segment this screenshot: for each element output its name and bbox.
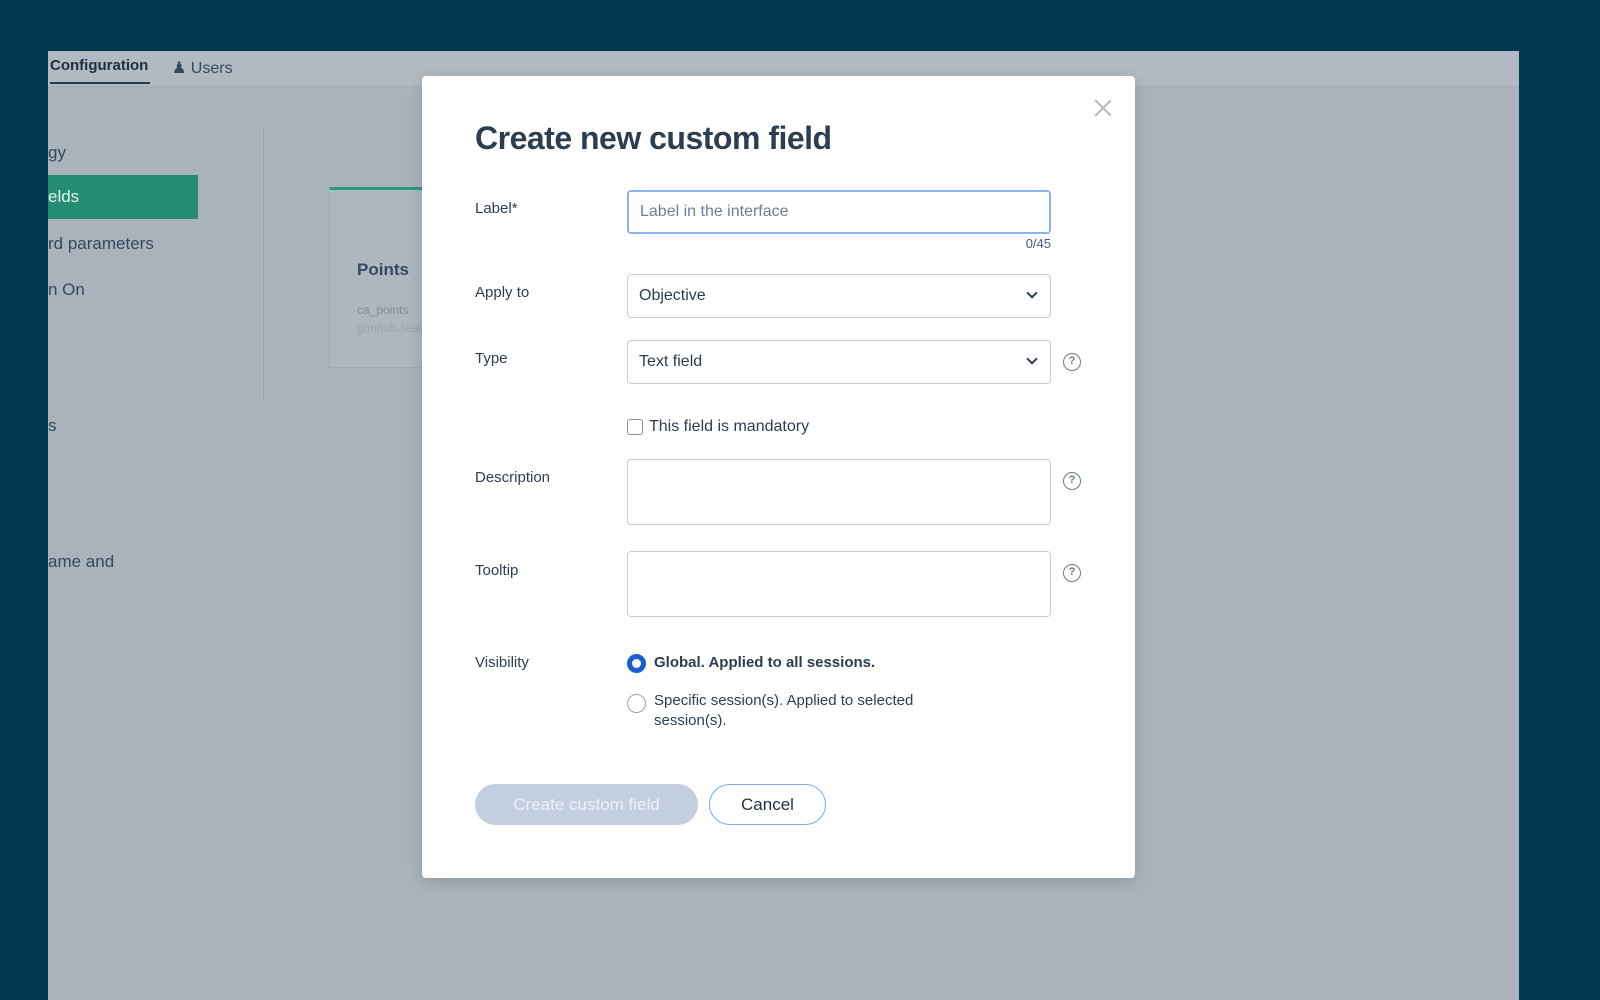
chevron-down-icon (1026, 287, 1038, 299)
mandatory-checkbox[interactable] (627, 419, 643, 435)
label-input[interactable]: Label in the interface (627, 190, 1051, 234)
description-label: Description (475, 469, 551, 486)
radio-global[interactable] (627, 654, 646, 673)
card-key: ca_points (357, 303, 409, 317)
tab-users-label: Users (190, 60, 233, 77)
label-placeholder: Label in the interface (640, 203, 789, 220)
chevron-down-icon (1026, 353, 1038, 365)
label-field-label: Label* (475, 200, 518, 217)
tooltip-textarea[interactable] (627, 551, 1051, 617)
help-icon[interactable]: ? (1063, 353, 1081, 371)
create-custom-field-button[interactable]: Create custom field (475, 784, 698, 825)
description-textarea[interactable] (627, 459, 1051, 525)
cancel-button[interactable]: Cancel (709, 784, 826, 825)
card-sub: gtmhub.sele (357, 321, 423, 335)
radio-global-label[interactable]: Global. Applied to all sessions. (654, 653, 974, 673)
users-icon: ♟︎ (172, 60, 191, 77)
type-value: Text field (639, 353, 703, 370)
divider (263, 128, 264, 400)
sidebar-item[interactable]: gy (48, 143, 66, 163)
help-icon[interactable]: ? (1063, 472, 1081, 490)
visibility-label: Visibility (475, 654, 529, 671)
apply-to-value: Objective (639, 287, 706, 304)
mandatory-label[interactable]: This field is mandatory (649, 418, 809, 436)
char-counter: 0/45 (1025, 236, 1051, 251)
tooltip-label: Tooltip (475, 562, 519, 579)
apply-to-label: Apply to (475, 284, 530, 301)
help-icon[interactable]: ? (1063, 564, 1081, 582)
radio-specific-label[interactable]: Specific session(s). Applied to selected… (654, 691, 964, 731)
sidebar-item[interactable]: rd parameters (48, 234, 154, 254)
type-select[interactable]: Text field (627, 340, 1051, 384)
tab-users[interactable]: ♟︎ Users (172, 58, 233, 78)
close-icon[interactable] (1093, 98, 1113, 118)
card-title: Points (357, 260, 409, 279)
create-custom-field-dialog: Create new custom field Label* Label in … (422, 76, 1135, 878)
sidebar-item[interactable]: s (48, 416, 57, 436)
dialog-title: Create new custom field (475, 120, 832, 156)
sidebar-item-active[interactable]: elds (48, 175, 198, 219)
apply-to-select[interactable]: Objective (627, 274, 1051, 318)
type-label: Type (475, 350, 508, 367)
radio-specific[interactable] (627, 694, 646, 713)
tab-configuration[interactable]: Configuration (50, 57, 150, 84)
sidebar-item[interactable]: ame and (48, 552, 114, 572)
sidebar-item[interactable]: n On (48, 280, 85, 300)
